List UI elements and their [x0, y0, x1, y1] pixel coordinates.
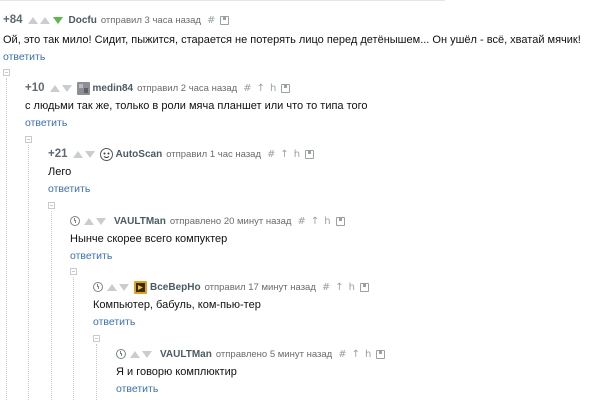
comment-author[interactable]: ВсеВерНо — [150, 282, 201, 293]
comment-text: Компьютер, бабуль, ком-пью-тер — [93, 299, 261, 311]
vote-down-icon[interactable] — [96, 217, 106, 225]
comment-author[interactable]: VAULTMan — [160, 349, 212, 360]
vote-down-icon[interactable] — [52, 16, 63, 24]
comment-time: отправил 2 часа назад — [137, 82, 238, 94]
hash-icon[interactable]: # — [338, 349, 346, 360]
comment-rating: +21 — [48, 148, 68, 160]
thread-line — [73, 277, 74, 400]
save-icon[interactable] — [305, 149, 315, 159]
comment-text: Лего — [48, 166, 72, 178]
comment-text: Я и говорю комплюктир — [116, 366, 237, 378]
comment-text: Ой, это так мило! Сидит, пыжится, старае… — [3, 34, 581, 46]
comment-header: +10 medin84 отправил 2 часа назад # ↑ h — [25, 81, 291, 95]
link-icon[interactable]: h — [294, 149, 300, 160]
vote-up-icon[interactable] — [84, 217, 94, 225]
collapse-toggle-icon[interactable] — [25, 136, 32, 143]
collapse-toggle-icon[interactable] — [70, 268, 77, 275]
reply-link[interactable]: ответить — [70, 250, 112, 262]
clock-icon — [116, 349, 126, 359]
hash-icon[interactable]: # — [243, 83, 251, 94]
vote-down-icon[interactable] — [84, 150, 95, 158]
save-icon[interactable] — [360, 282, 370, 292]
comment-time: отправил 1 час назад — [166, 148, 262, 160]
branch-up-icon[interactable]: ↑ — [352, 349, 360, 360]
avatar-icon — [134, 280, 147, 294]
comment-time: отправлено 5 минут назад — [215, 348, 333, 360]
branch-up-icon[interactable]: ↑ — [311, 216, 319, 227]
reply-link[interactable]: ответить — [116, 383, 158, 395]
hash-icon[interactable]: # — [207, 15, 215, 26]
save-icon[interactable] — [335, 216, 345, 226]
vote-down-icon[interactable] — [142, 350, 152, 358]
save-icon[interactable] — [281, 83, 291, 93]
vote-down-icon[interactable] — [119, 283, 129, 291]
branch-up-icon[interactable]: ↑ — [257, 83, 265, 94]
collapse-toggle-icon[interactable] — [3, 69, 10, 76]
comment-author[interactable]: Docfu — [69, 15, 97, 26]
link-icon[interactable]: h — [270, 83, 276, 94]
thread-line — [28, 145, 29, 400]
thread-line — [96, 344, 97, 400]
avatar-icon — [76, 81, 90, 95]
collapse-toggle-icon[interactable] — [48, 202, 55, 209]
top-divider — [0, 0, 445, 1]
link-icon[interactable]: h — [349, 282, 355, 293]
comment-text: с людьми так же, только в роли мяча план… — [25, 100, 368, 112]
branch-up-icon[interactable]: ↑ — [280, 149, 288, 160]
reply-link[interactable]: ответить — [48, 183, 90, 195]
link-icon[interactable]: h — [365, 349, 371, 360]
comment-author[interactable]: VAULTMan — [114, 216, 166, 227]
hash-icon[interactable]: # — [322, 282, 330, 293]
comment-header: ВсеВерНо отправил 17 минут назад # ↑ h — [93, 280, 370, 294]
vote-up-icon[interactable] — [107, 283, 117, 291]
hash-icon[interactable]: # — [267, 149, 275, 160]
reply-link[interactable]: ответить — [25, 117, 67, 129]
thread-line — [51, 211, 52, 400]
avatar-icon — [99, 147, 113, 161]
comment-text: Нынче скорее всего компуктер — [70, 233, 228, 245]
comment-rating: +10 — [25, 82, 45, 94]
vote-up-icon[interactable] — [49, 84, 60, 92]
reply-link[interactable]: ответить — [93, 316, 135, 328]
comment-time: отправил 3 часа назад — [100, 14, 201, 26]
save-icon[interactable] — [376, 349, 386, 359]
comment-time: отправлено 20 минут назад — [169, 215, 292, 227]
collapse-toggle-icon[interactable] — [93, 335, 100, 342]
vote-up-icon[interactable] — [130, 350, 140, 358]
comment-time: отправил 17 минут назад — [204, 281, 316, 293]
comment-author[interactable]: medin84 — [93, 83, 134, 94]
save-icon[interactable] — [220, 15, 230, 25]
branch-up-icon[interactable]: ↑ — [335, 282, 343, 293]
link-icon[interactable]: h — [324, 216, 330, 227]
vote-down-icon[interactable] — [61, 84, 72, 92]
clock-icon — [70, 216, 80, 226]
comment-header: VAULTMan отправлено 20 минут назад # ↑ h — [70, 214, 345, 228]
comment-author[interactable]: AutoScan — [116, 149, 163, 160]
comment-rating: +84 — [3, 14, 23, 26]
hash-icon[interactable]: # — [297, 216, 305, 227]
vote-up-icon[interactable] — [39, 16, 50, 24]
vote-up-icon[interactable] — [27, 16, 38, 24]
comment-header: +84 Docfu отправил 3 часа назад # — [3, 13, 230, 27]
thread-line — [6, 78, 7, 400]
clock-icon — [93, 282, 103, 292]
reply-link[interactable]: ответить — [3, 51, 45, 63]
comment-header: VAULTMan отправлено 5 минут назад # ↑ h — [116, 347, 386, 361]
vote-up-icon[interactable] — [72, 150, 83, 158]
comment-header: +21 AutoScan отправил 1 час назад # ↑ h — [48, 147, 315, 161]
